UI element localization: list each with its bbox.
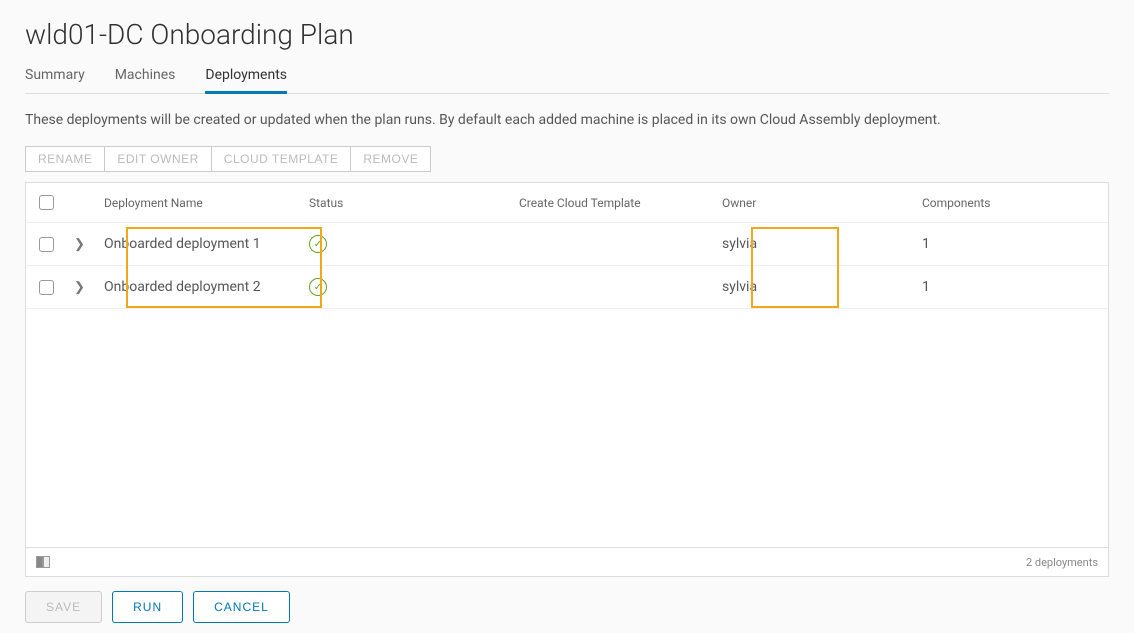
rename-button[interactable]: RENAME <box>25 146 105 172</box>
table-row[interactable]: ❯ Onboarded deployment 1 ✓ sylvia 1 <box>26 223 1108 266</box>
tab-description: These deployments will be created or upd… <box>25 112 1109 128</box>
table-footer: 2 deployments <box>25 547 1109 577</box>
cell-components: 1 <box>914 236 1108 252</box>
row-checkbox[interactable] <box>39 237 54 252</box>
column-toggle-icon[interactable] <box>36 556 50 568</box>
col-deployment-name[interactable]: Deployment Name <box>96 196 301 210</box>
edit-owner-button[interactable]: EDIT OWNER <box>105 146 211 172</box>
select-all-checkbox[interactable] <box>39 195 54 210</box>
tabs: Summary Machines Deployments <box>25 59 1109 94</box>
page-title: wld01-DC Onboarding Plan <box>25 0 1109 59</box>
row-count-label: 2 deployments <box>1026 556 1098 569</box>
row-checkbox[interactable] <box>39 280 54 295</box>
cell-deployment-name: Onboarded deployment 2 <box>96 279 301 295</box>
cell-status: ✓ <box>301 278 511 296</box>
deployments-table: Deployment Name Status Create Cloud Temp… <box>25 182 1109 547</box>
cancel-button[interactable]: CANCEL <box>193 591 290 623</box>
col-status[interactable]: Status <box>301 196 511 210</box>
tab-machines[interactable]: Machines <box>115 59 176 93</box>
remove-button[interactable]: REMOVE <box>351 146 431 172</box>
cell-components: 1 <box>914 279 1108 295</box>
col-owner[interactable]: Owner <box>714 196 914 210</box>
run-button[interactable]: RUN <box>112 591 183 623</box>
cell-owner: sylvia <box>714 236 914 252</box>
action-bar: SAVE RUN CANCEL <box>25 591 1109 623</box>
tab-deployments[interactable]: Deployments <box>205 59 287 93</box>
status-ok-icon: ✓ <box>309 235 327 253</box>
cell-status: ✓ <box>301 235 511 253</box>
tab-summary[interactable]: Summary <box>25 59 85 93</box>
expand-row-icon[interactable]: ❯ <box>74 280 85 295</box>
col-components[interactable]: Components <box>914 196 1108 210</box>
cell-owner: sylvia <box>714 279 914 295</box>
cloud-template-button[interactable]: CLOUD TEMPLATE <box>212 146 352 172</box>
save-button[interactable]: SAVE <box>25 591 102 623</box>
table-header-row: Deployment Name Status Create Cloud Temp… <box>26 183 1108 223</box>
status-ok-icon: ✓ <box>309 278 327 296</box>
table-row[interactable]: ❯ Onboarded deployment 2 ✓ sylvia 1 <box>26 266 1108 309</box>
toolbar: RENAME EDIT OWNER CLOUD TEMPLATE REMOVE <box>25 146 1109 172</box>
col-create-cloud-template[interactable]: Create Cloud Template <box>511 196 714 210</box>
expand-row-icon[interactable]: ❯ <box>74 237 85 252</box>
cell-deployment-name: Onboarded deployment 1 <box>96 236 301 252</box>
